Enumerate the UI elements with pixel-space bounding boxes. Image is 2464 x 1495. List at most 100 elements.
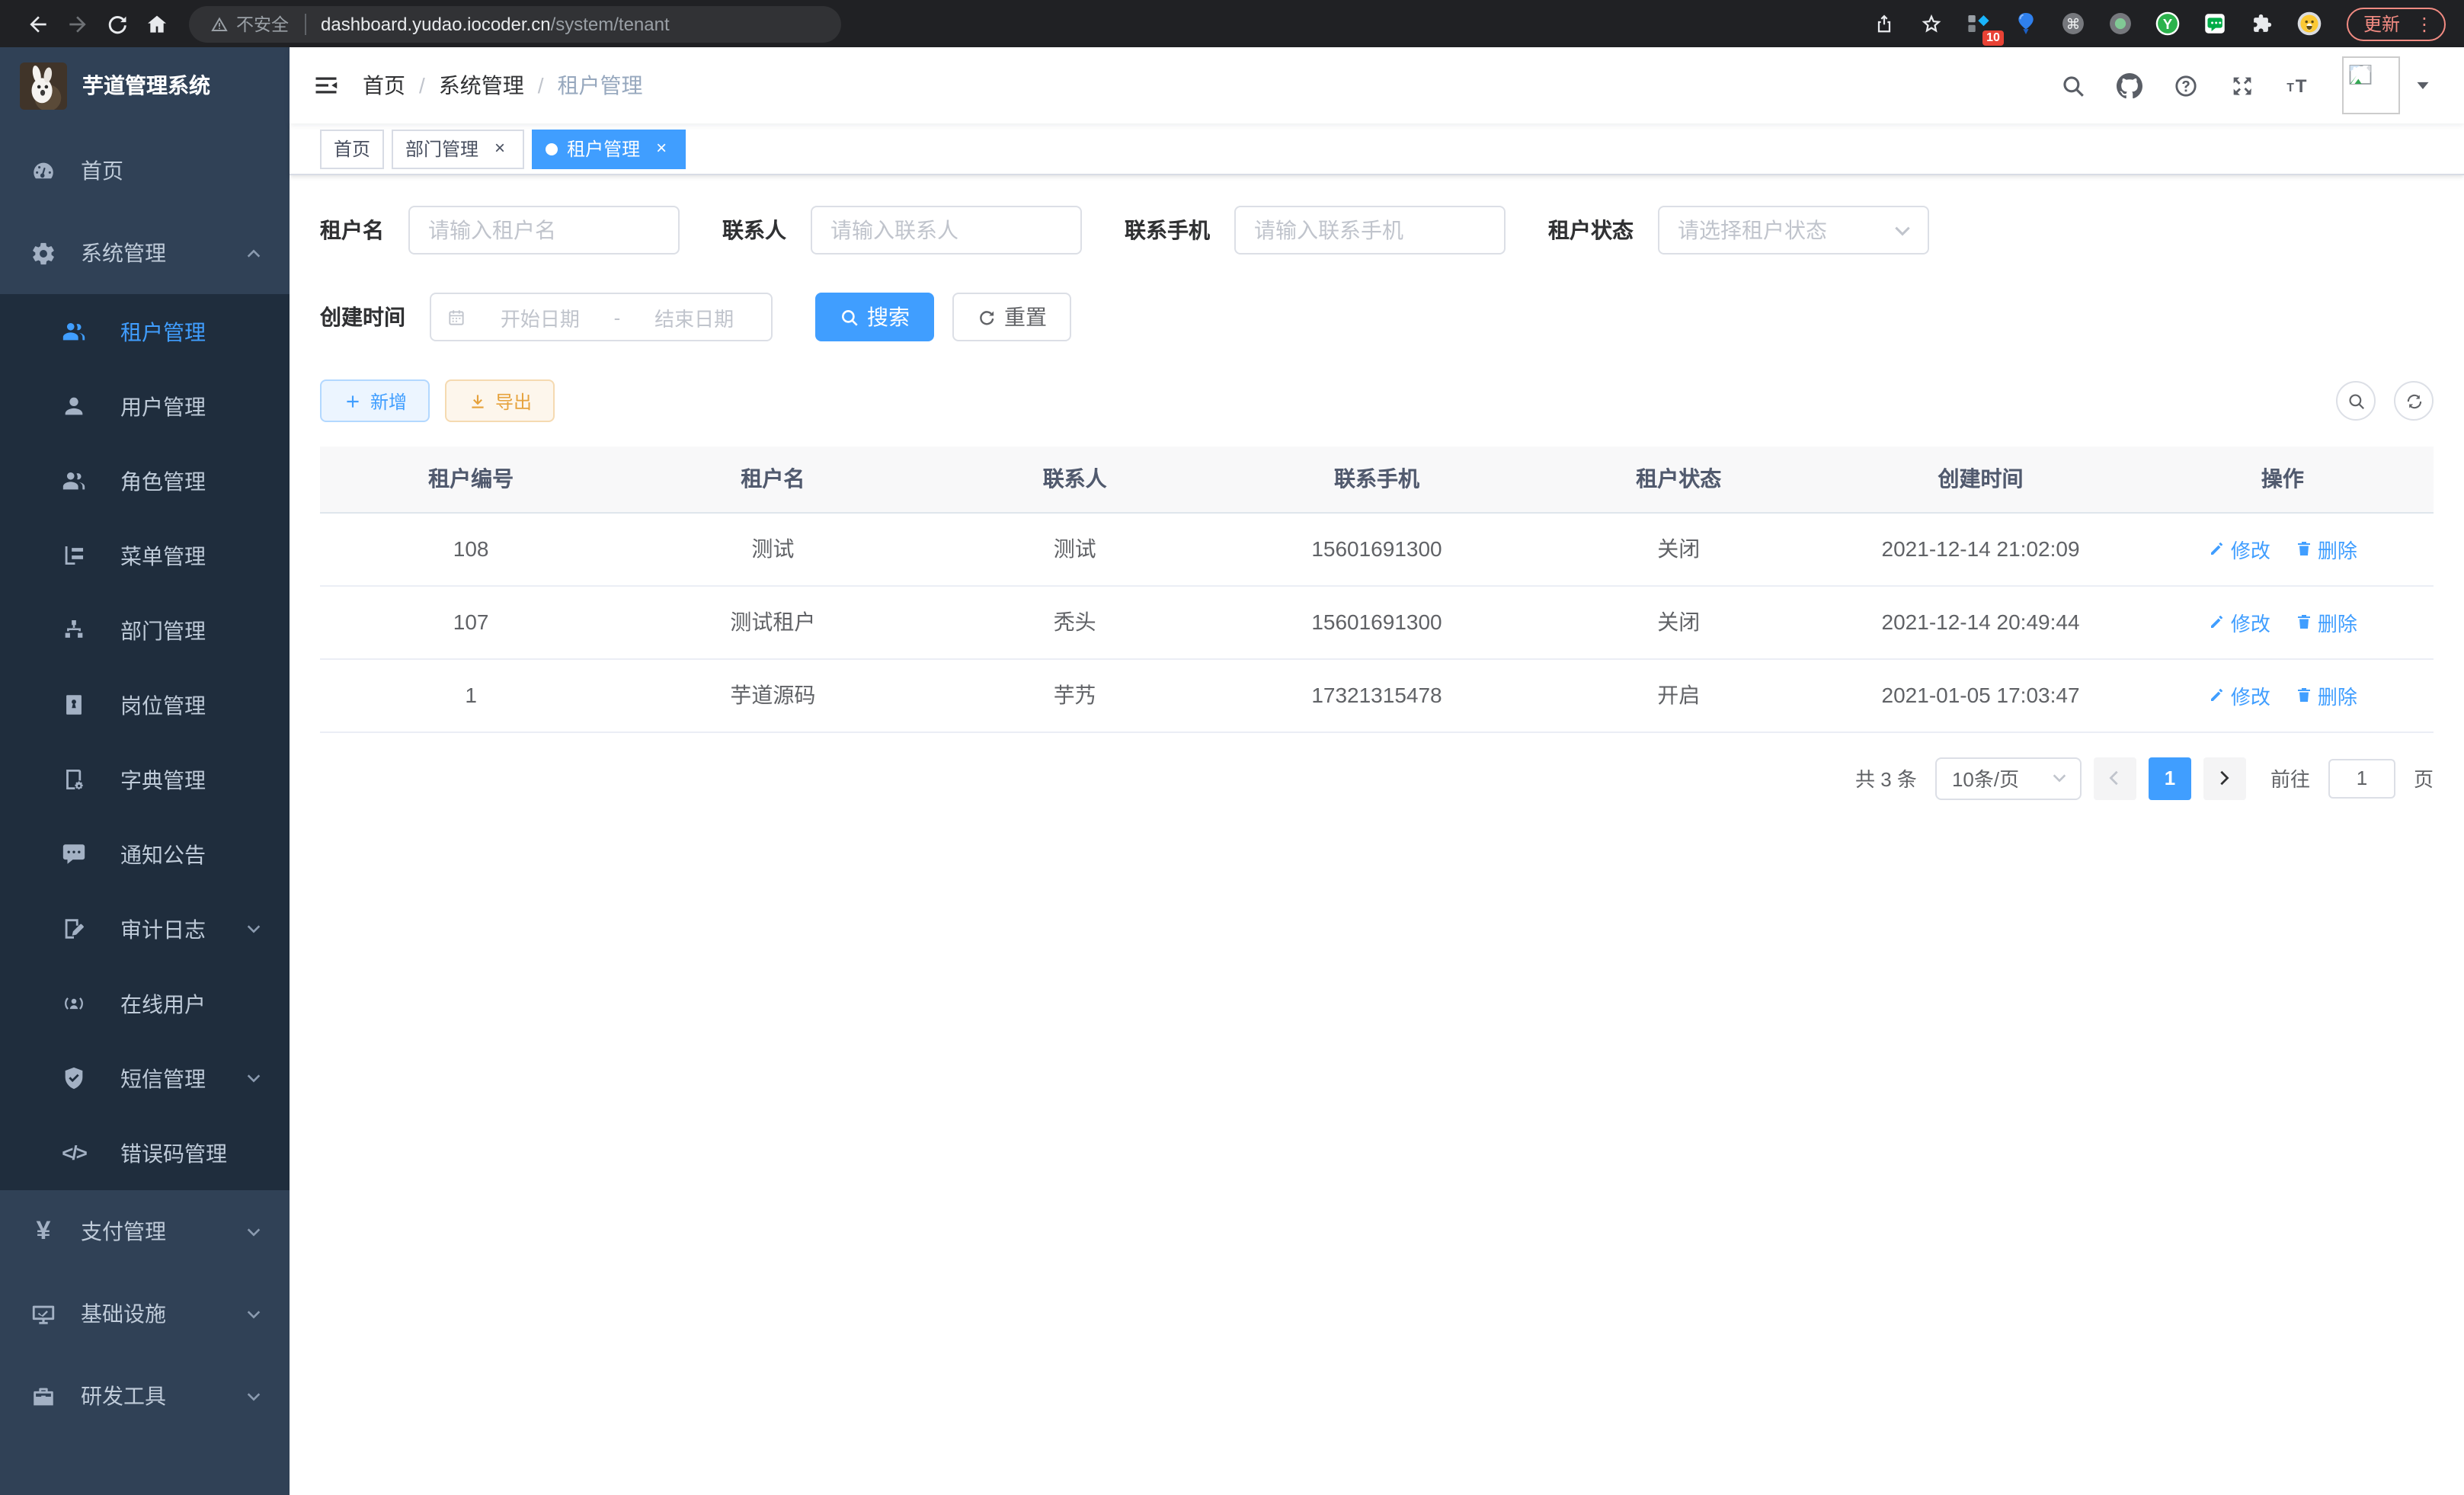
sidebar-item-online-user[interactable]: 在线用户 (0, 966, 290, 1041)
sidebar-item-role-management[interactable]: 角色管理 (0, 443, 290, 518)
sidebar-item-menu-management[interactable]: 菜单管理 (0, 518, 290, 593)
not-secure-indicator[interactable]: 不安全 (210, 11, 289, 36)
sidebar-item-tenant-management[interactable]: 租户管理 (0, 294, 290, 369)
cell-name: 测试租户 (622, 585, 923, 658)
breadcrumb-item[interactable]: 首页 (363, 70, 405, 101)
kebab-menu-icon[interactable]: ⋮ (2411, 13, 2438, 34)
tenant-table: 租户编号租户名联系人联系手机租户状态创建时间操作 108测试测试15601691… (320, 447, 2434, 732)
help-icon[interactable] (2173, 72, 2199, 98)
sidebar-item-user-management[interactable]: 用户管理 (0, 369, 290, 443)
post-icon (61, 692, 87, 718)
user-avatar-menu[interactable] (2342, 56, 2430, 114)
page-size-select[interactable]: 10条/页 (1935, 757, 2082, 799)
font-size-icon[interactable]: TT (2286, 72, 2312, 98)
refresh-table-icon[interactable] (2394, 381, 2434, 421)
breadcrumb-item[interactable]: 系统管理 (439, 70, 524, 101)
user-icon (61, 393, 87, 419)
sidebar-item-pay-management[interactable]: ¥支付管理 (0, 1190, 290, 1273)
fullscreen-icon[interactable] (2229, 72, 2255, 98)
page-1-button[interactable]: 1 (2149, 757, 2191, 799)
sidebar-item-sms-management[interactable]: 短信管理 (0, 1041, 290, 1116)
extension-bookmark-diamond-icon[interactable]: 10 (1963, 7, 1996, 40)
page-content: 租户名联系人联系手机租户状态请选择租户状态 创建时间 开始日期 - 结束日期 (290, 175, 2464, 1495)
cell-id: 107 (320, 585, 622, 658)
sidebar-item-label: 岗位管理 (120, 690, 206, 720)
extensions-puzzle-icon[interactable] (2246, 7, 2280, 40)
close-icon[interactable]: × (651, 138, 672, 159)
edit-link[interactable]: 修改 (2208, 680, 2270, 709)
close-icon[interactable]: × (489, 138, 510, 159)
toggle-search-icon[interactable] (2336, 381, 2376, 421)
search-icon[interactable] (2060, 72, 2086, 98)
sidebar-item-dev-tools[interactable]: 研发工具 (0, 1355, 290, 1437)
goto-page-input[interactable] (2328, 758, 2395, 798)
table-row: 1芋道源码芋艿17321315478开启2021-01-05 17:03:47修… (320, 658, 2434, 731)
sidebar-item-label: 部门管理 (120, 615, 206, 645)
peoples-icon (61, 468, 87, 494)
column-header: 租户编号 (320, 447, 622, 512)
delete-link[interactable]: 删除 (2295, 680, 2357, 709)
sidebar-item-label: 短信管理 (120, 1063, 206, 1093)
caret-down-icon (2415, 78, 2430, 93)
filter-row: 租户名联系人联系手机租户状态请选择租户状态 (320, 206, 2434, 255)
sidebar-item-home[interactable]: 首页 (0, 130, 290, 212)
add-button[interactable]: 新增 (320, 379, 430, 422)
extension-chat-icon[interactable] (2199, 7, 2232, 40)
export-button[interactable]: 导出 (445, 379, 555, 422)
sidebar-item-notice[interactable]: 通知公告 (0, 817, 290, 892)
edit-link[interactable]: 修改 (2208, 607, 2270, 636)
profile-avatar-icon[interactable] (2293, 7, 2327, 40)
cell-id: 108 (320, 512, 622, 585)
bookmark-star-icon[interactable] (1915, 7, 1949, 40)
tab-dept-management[interactable]: 部门管理× (392, 129, 524, 168)
address-bar[interactable]: 不安全 dashboard.yudao.iocoder.cn/system/te… (189, 5, 841, 42)
cell-mobile: 15601691300 (1226, 585, 1528, 658)
cell-status: 关闭 (1528, 585, 1829, 658)
delete-link[interactable]: 删除 (2295, 607, 2357, 636)
contact-name-input[interactable] (811, 206, 1082, 255)
browser-forward-icon[interactable] (58, 4, 98, 43)
monitor-icon (30, 1301, 56, 1327)
browser-home-icon[interactable] (137, 4, 177, 43)
sidebar-item-system-management[interactable]: 系统管理 (0, 212, 290, 294)
filter-row: 创建时间 开始日期 - 结束日期 搜索 重置 (320, 293, 2434, 341)
sidebar-item-label: 租户管理 (120, 316, 206, 347)
browser-reload-icon[interactable] (98, 4, 137, 43)
cell-mobile: 15601691300 (1226, 512, 1528, 585)
pagination: 共 3 条 10条/页 1 前往 页 (320, 757, 2434, 799)
chevron-down-icon (2051, 770, 2068, 786)
next-page-button[interactable] (2203, 757, 2246, 799)
github-icon[interactable] (2117, 72, 2142, 98)
sidebar-item-audit-log[interactable]: 审计日志 (0, 892, 290, 966)
prev-page-button[interactable] (2094, 757, 2136, 799)
contact-mobile-input[interactable] (1234, 206, 1506, 255)
select-placeholder: 请选择租户状态 (1678, 215, 1827, 245)
chevron-down-icon (245, 920, 262, 937)
peoples-icon (61, 319, 87, 344)
breadcrumb-item: 租户管理 (558, 70, 643, 101)
logo-image (20, 62, 67, 109)
search-button[interactable]: 搜索 (815, 293, 934, 341)
tab-home[interactable]: 首页 (320, 129, 384, 168)
extension-yuque-icon[interactable]: Y (2152, 7, 2185, 40)
extension-command-icon[interactable]: ⌘ (2057, 7, 2091, 40)
update-button[interactable]: 更新 ⋮ (2347, 7, 2446, 40)
tenant-name-input[interactable] (408, 206, 680, 255)
sidebar-item-post-management[interactable]: 岗位管理 (0, 667, 290, 742)
browser-back-icon[interactable] (18, 4, 58, 43)
sidebar-item-dept-management[interactable]: 部门管理 (0, 593, 290, 667)
tab-tenant-management[interactable]: 租户管理× (532, 129, 686, 168)
sidebar-item-infrastructure[interactable]: 基础设施 (0, 1273, 290, 1355)
reset-button[interactable]: 重置 (952, 293, 1071, 341)
extension-record-icon[interactable] (2104, 7, 2138, 40)
edit-link[interactable]: 修改 (2208, 534, 2270, 563)
share-icon[interactable] (1868, 7, 1902, 40)
fold-sidebar-icon[interactable] (290, 47, 363, 123)
sidebar-item-dict-management[interactable]: 字典管理 (0, 742, 290, 817)
extension-balloon-icon[interactable] (2010, 7, 2043, 40)
create-time-range-input[interactable]: 开始日期 - 结束日期 (430, 293, 773, 341)
delete-link[interactable]: 删除 (2295, 534, 2357, 563)
chevron-down-icon (245, 1070, 262, 1087)
tenant-status-select[interactable]: 请选择租户状态 (1658, 206, 1929, 255)
sidebar-item-error-code-management[interactable]: </>错误码管理 (0, 1116, 290, 1190)
